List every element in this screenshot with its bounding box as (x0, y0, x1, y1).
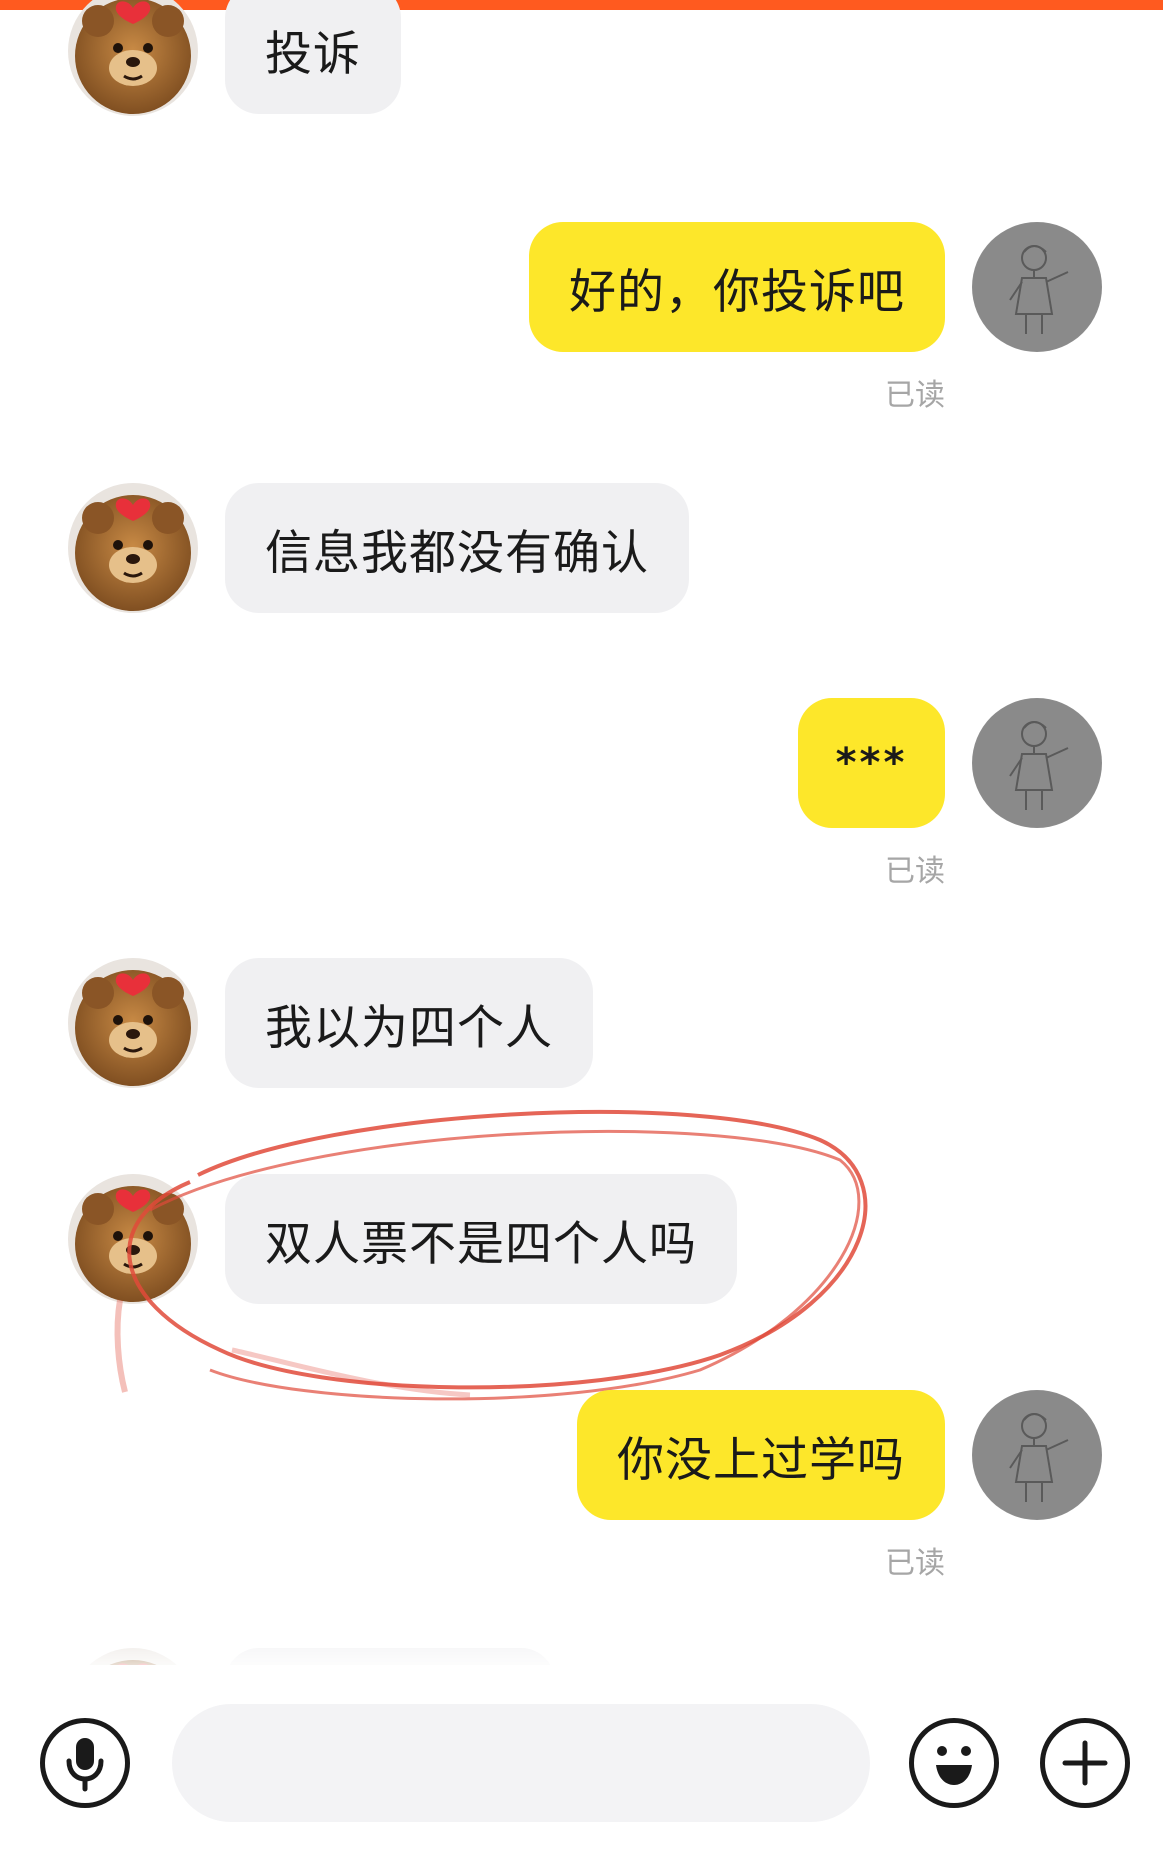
read-status: 已读 (885, 1546, 945, 1581)
contact-avatar[interactable] (68, 0, 198, 116)
message-text: 好的，你投诉吧 (569, 264, 905, 320)
incoming-message-bubble[interactable]: 双人票不是四个人吗 (225, 1174, 737, 1304)
user-avatar[interactable] (972, 1390, 1102, 1520)
emoji-icon[interactable] (909, 1718, 999, 1808)
message-text: 双人票不是四个人吗 (265, 1216, 697, 1272)
chat-screen: 投诉 好的，你投诉吧 已读 信息我都没有确认 *** 已读 我以为四个人 双人票… (0, 0, 1163, 1868)
read-status: 已读 (885, 378, 945, 413)
user-avatar[interactable] (972, 222, 1102, 352)
outgoing-message-bubble[interactable]: 你没上过学吗 (577, 1390, 945, 1520)
message-text: 投诉 (265, 26, 361, 82)
message-text: 你没上过学吗 (617, 1432, 905, 1488)
read-status: 已读 (885, 854, 945, 889)
message-text: 信息我都没有确认 (265, 525, 649, 581)
contact-avatar[interactable] (68, 483, 198, 613)
contact-avatar[interactable] (68, 1174, 198, 1304)
incoming-message-bubble[interactable]: 投诉 (225, 0, 401, 114)
plus-icon[interactable] (1040, 1718, 1130, 1808)
outgoing-message-bubble[interactable]: *** (798, 698, 945, 828)
outgoing-message-bubble[interactable]: 好的，你投诉吧 (529, 222, 945, 352)
contact-avatar[interactable] (68, 958, 198, 1088)
microphone-icon[interactable] (40, 1718, 130, 1808)
message-text: 我以为四个人 (265, 1000, 553, 1056)
incoming-message-bubble[interactable]: 我以为四个人 (225, 958, 593, 1088)
user-avatar[interactable] (972, 698, 1102, 828)
message-text: *** (835, 740, 908, 786)
incoming-message-bubble[interactable]: 信息我都没有确认 (225, 483, 689, 613)
message-input[interactable] (172, 1704, 870, 1822)
